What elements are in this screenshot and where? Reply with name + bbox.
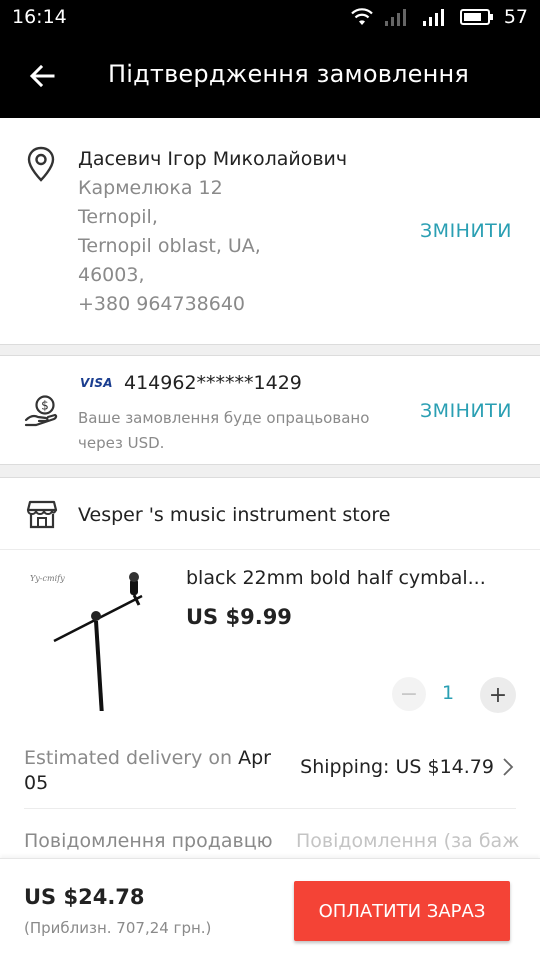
page-title: Підтвердження замовлення — [108, 60, 469, 88]
recipient-name: Дасевич Ігор Миколайович — [78, 148, 348, 170]
status-bar: 16:14 57 — [0, 0, 540, 34]
battery-icon — [459, 9, 493, 25]
status-icons: 57 — [350, 6, 528, 28]
chevron-right-icon — [503, 758, 514, 776]
back-button[interactable] — [18, 54, 66, 98]
section-divider — [0, 344, 540, 356]
cymbal-stand-image: Yy-cmify — [30, 572, 143, 717]
quantity-decrease-button[interactable]: − — [392, 677, 426, 711]
product-image-caption: Yy-cmify — [30, 574, 65, 583]
hand-coin-icon: $ — [24, 395, 58, 427]
store-header[interactable]: Vesper 's music instrument store — [0, 478, 540, 550]
seller-message-input[interactable] — [296, 826, 540, 856]
visa-logo: VISA — [80, 376, 113, 390]
location-pin-icon — [27, 146, 55, 182]
section-divider — [0, 464, 540, 478]
checkout-bar: US $24.78 (Приблизн. 707,24 грн.) ОПЛАТИ… — [0, 858, 540, 960]
product-price: US $9.99 — [186, 605, 292, 629]
product-image[interactable]: Yy-cmify — [24, 561, 164, 717]
row-divider — [24, 808, 516, 809]
phone-number: +380 964738640 — [78, 293, 246, 315]
signal-icon — [384, 9, 406, 26]
wifi-icon — [351, 8, 373, 25]
order-item: Yy-cmify black 22mm bold half cymbal... … — [0, 551, 540, 741]
quantity-increase-button[interactable]: + — [480, 677, 516, 713]
arrow-left-icon — [29, 64, 55, 88]
address-line: Ternopil oblast, UA, — [78, 235, 261, 257]
address-line: Кармелюка 12 — [78, 177, 223, 199]
currency-note: Ваше замовлення буде опрацьовано через U… — [78, 409, 370, 452]
store-name: Vesper 's music instrument store — [78, 504, 391, 526]
payment-method-section: $ VISA 414962******1429 Ваше замовлення … — [0, 356, 540, 464]
app-bar: Підтвердження замовлення — [0, 34, 540, 118]
card-number: 414962******1429 — [124, 372, 302, 394]
battery-percent: 57 — [503, 6, 528, 28]
change-payment-button[interactable]: ЗМІНИТИ — [420, 400, 512, 422]
seller-message-label: Повідомлення продавцю — [24, 830, 273, 852]
address-line: 46003, — [78, 264, 145, 286]
estimated-delivery: Estimated delivery on Apr 05 — [24, 746, 284, 796]
signal-icon — [422, 9, 444, 26]
shipping-address-section: Дасевич Ігор Миколайович Кармелюка 12 Te… — [0, 118, 540, 344]
delivery-label: Estimated delivery on — [24, 747, 233, 769]
status-time: 16:14 — [12, 6, 67, 28]
pay-now-button[interactable]: ОПЛАТИТИ ЗАРАЗ — [294, 881, 510, 941]
order-total: US $24.78 — [24, 885, 145, 909]
svg-text:$: $ — [41, 399, 49, 413]
address-line: Ternopil, — [78, 206, 158, 228]
product-title[interactable]: black 22mm bold half cymbal... — [186, 567, 486, 589]
change-address-button[interactable]: ЗМІНИТИ — [420, 220, 512, 242]
order-total-approx: (Приблизн. 707,24 грн.) — [24, 919, 212, 937]
shipping-cost: Shipping: US $14.79 — [300, 756, 494, 778]
quantity-value: 1 — [441, 682, 455, 704]
shipping-option[interactable]: Shipping: US $14.79 — [300, 756, 514, 778]
store-icon — [26, 500, 58, 529]
